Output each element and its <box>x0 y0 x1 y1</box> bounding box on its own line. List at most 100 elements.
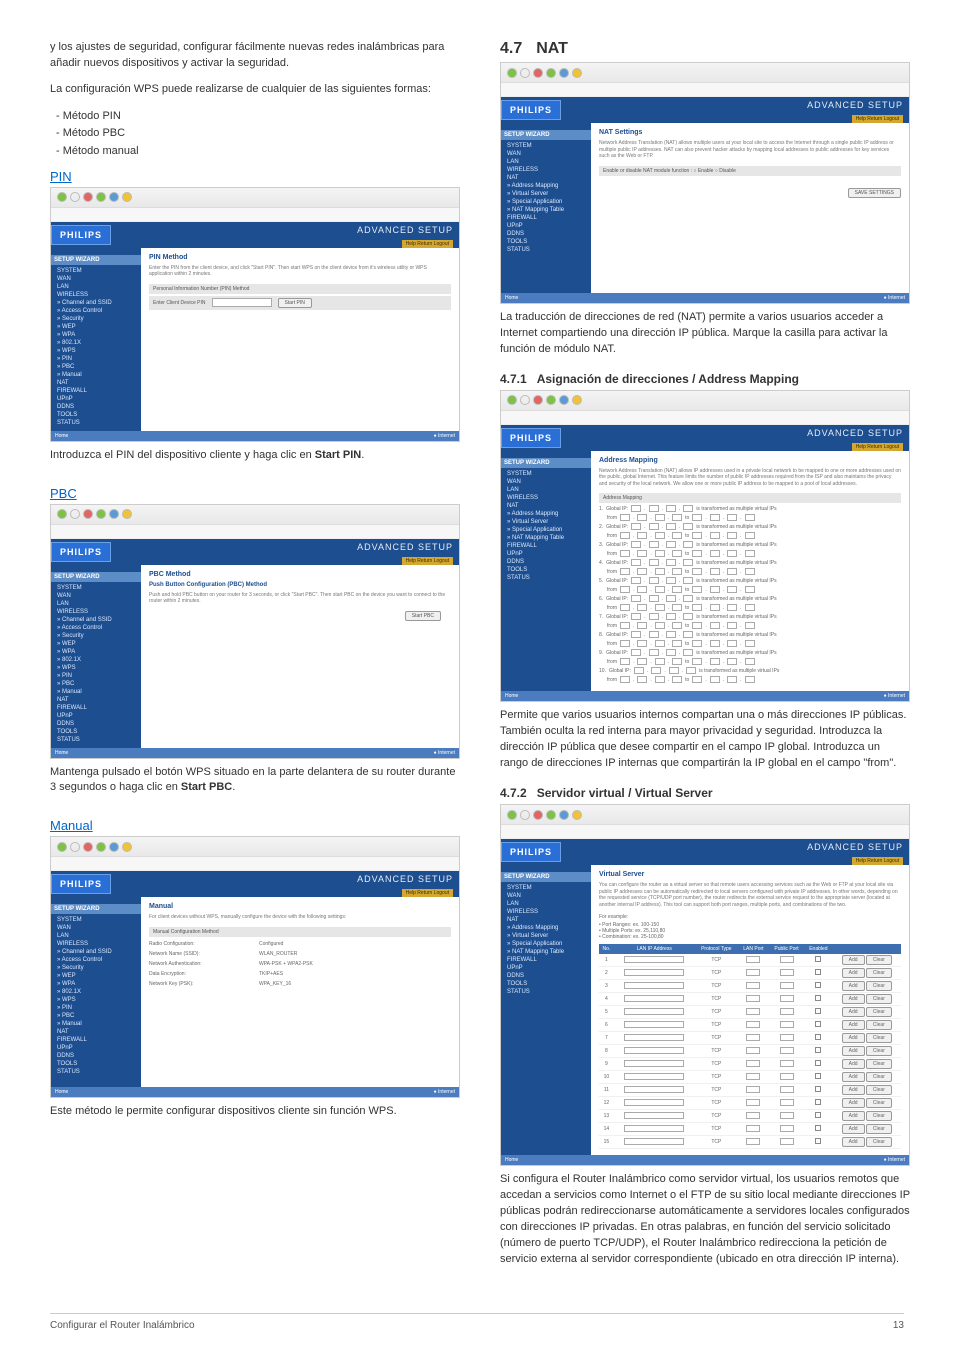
vs-lanport-input[interactable] <box>746 1073 760 1080</box>
sidebar-item[interactable]: » PIN <box>55 355 137 363</box>
sidebar-item[interactable]: DDNS <box>505 230 587 238</box>
addr-ip-octet[interactable] <box>683 631 693 638</box>
addr-ip-octet[interactable] <box>620 622 630 629</box>
vs-lanip-input[interactable] <box>624 1099 684 1106</box>
sidebar-item[interactable]: SYSTEM <box>505 884 587 892</box>
sidebar-item[interactable]: FIREWALL <box>505 956 587 964</box>
addr-ip-octet[interactable] <box>620 568 630 575</box>
vs-add-button[interactable]: Add <box>842 994 865 1004</box>
sidebar-item[interactable]: » Access Control <box>55 624 137 632</box>
addr-ip-octet[interactable] <box>620 604 630 611</box>
addr-ip-octet[interactable] <box>669 667 679 674</box>
vs-proto-select[interactable]: TCP <box>695 1045 739 1058</box>
sidebar-item[interactable]: » Special Application <box>505 526 587 534</box>
addr-ip-octet[interactable] <box>672 640 682 647</box>
sidebar-item[interactable]: » PBC <box>55 680 137 688</box>
vs-lanip-input[interactable] <box>624 982 684 989</box>
sidebar-item[interactable]: SYSTEM <box>55 916 137 924</box>
sidebar-item[interactable]: SYSTEM <box>55 584 137 592</box>
addr-ip-octet[interactable] <box>672 532 682 539</box>
sidebar-item[interactable]: LAN <box>55 932 137 940</box>
vs-lanip-input[interactable] <box>624 1125 684 1132</box>
addr-ip-octet[interactable] <box>672 622 682 629</box>
sidebar-item[interactable]: » WPS <box>55 347 137 355</box>
vs-proto-select[interactable]: TCP <box>695 1097 739 1110</box>
sidebar-item[interactable]: WIRELESS <box>55 608 137 616</box>
sidebar-item[interactable]: FIREWALL <box>55 1036 137 1044</box>
addr-ip-octet[interactable] <box>710 568 720 575</box>
sidebar-item[interactable]: » Address Mapping <box>505 510 587 518</box>
addr-ip-octet[interactable] <box>683 541 693 548</box>
vs-add-button[interactable]: Add <box>842 968 865 978</box>
vs-pubport-input[interactable] <box>780 1047 794 1054</box>
sidebar-item[interactable]: » NAT Mapping Table <box>505 534 587 542</box>
addr-ip-octet[interactable] <box>631 631 641 638</box>
addr-ip-octet[interactable] <box>666 613 676 620</box>
vs-lanport-input[interactable] <box>746 1112 760 1119</box>
vs-add-button[interactable]: Add <box>842 955 865 965</box>
addr-ip-octet[interactable] <box>651 667 661 674</box>
vs-enabled-checkbox[interactable] <box>815 1034 821 1040</box>
vs-clear-button[interactable]: Clear <box>866 1137 892 1147</box>
addr-ip-octet[interactable] <box>710 532 720 539</box>
sidebar-item[interactable]: STATUS <box>55 736 137 744</box>
addr-ip-octet[interactable] <box>637 622 647 629</box>
sidebar-item[interactable]: » Special Application <box>505 198 587 206</box>
sidebar-item[interactable]: » Manual <box>55 371 137 379</box>
addr-ip-octet[interactable] <box>637 640 647 647</box>
addr-ip-octet[interactable] <box>655 514 665 521</box>
addr-ip-octet[interactable] <box>745 604 755 611</box>
addr-ip-octet[interactable] <box>683 649 693 656</box>
vs-clear-button[interactable]: Clear <box>866 1124 892 1134</box>
sidebar-item[interactable]: » Security <box>55 632 137 640</box>
vs-clear-button[interactable]: Clear <box>866 1111 892 1121</box>
vs-enabled-checkbox[interactable] <box>815 1060 821 1066</box>
addr-ip-octet[interactable] <box>631 541 641 548</box>
vs-lanip-input[interactable] <box>624 956 684 963</box>
sidebar-item[interactable]: UPnP <box>55 712 137 720</box>
vs-clear-button[interactable]: Clear <box>866 1059 892 1069</box>
sidebar-item[interactable]: WAN <box>55 592 137 600</box>
sidebar-item[interactable]: LAN <box>55 283 137 291</box>
vs-proto-select[interactable]: TCP <box>695 1032 739 1045</box>
vs-proto-select[interactable]: TCP <box>695 967 739 980</box>
sidebar-item[interactable]: » Channel and SSID <box>55 616 137 624</box>
vs-lanport-input[interactable] <box>746 1099 760 1106</box>
addr-ip-octet[interactable] <box>666 559 676 566</box>
addr-ip-octet[interactable] <box>727 568 737 575</box>
sidebar-item[interactable]: WAN <box>505 892 587 900</box>
footer-home[interactable]: Home <box>505 1157 518 1163</box>
addr-ip-octet[interactable] <box>745 622 755 629</box>
addr-ip-octet[interactable] <box>727 532 737 539</box>
addr-ip-octet[interactable] <box>727 514 737 521</box>
vs-enabled-checkbox[interactable] <box>815 1112 821 1118</box>
addr-ip-octet[interactable] <box>745 586 755 593</box>
vs-add-button[interactable]: Add <box>842 1124 865 1134</box>
sidebar-item[interactable]: TOOLS <box>55 411 137 419</box>
addr-ip-octet[interactable] <box>631 505 641 512</box>
vs-lanport-input[interactable] <box>746 1138 760 1145</box>
addr-ip-octet[interactable] <box>683 523 693 530</box>
sidebar-item[interactable]: » PIN <box>55 672 137 680</box>
vs-pubport-input[interactable] <box>780 1138 794 1145</box>
sidebar-item[interactable]: TOOLS <box>55 1060 137 1068</box>
addr-ip-octet[interactable] <box>620 676 630 683</box>
sidebar-item[interactable]: » WEP <box>55 972 137 980</box>
vs-lanip-input[interactable] <box>624 1060 684 1067</box>
addr-ip-octet[interactable] <box>710 658 720 665</box>
vs-lanport-input[interactable] <box>746 1086 760 1093</box>
sidebar-item[interactable]: » PIN <box>55 1004 137 1012</box>
vs-proto-select[interactable]: TCP <box>695 1019 739 1032</box>
sidebar-item[interactable]: NAT <box>505 502 587 510</box>
addr-ip-octet[interactable] <box>683 559 693 566</box>
addr-ip-octet[interactable] <box>655 532 665 539</box>
sidebar-item[interactable]: » Channel and SSID <box>55 948 137 956</box>
sidebar-item[interactable]: NAT <box>505 916 587 924</box>
nat-enable-band[interactable]: Enable or disable NAT module function : … <box>599 166 901 176</box>
addr-ip-octet[interactable] <box>727 658 737 665</box>
addr-ip-octet[interactable] <box>620 550 630 557</box>
vs-enabled-checkbox[interactable] <box>815 982 821 988</box>
addr-ip-octet[interactable] <box>672 568 682 575</box>
addr-ip-octet[interactable] <box>655 550 665 557</box>
vs-lanport-input[interactable] <box>746 1125 760 1132</box>
